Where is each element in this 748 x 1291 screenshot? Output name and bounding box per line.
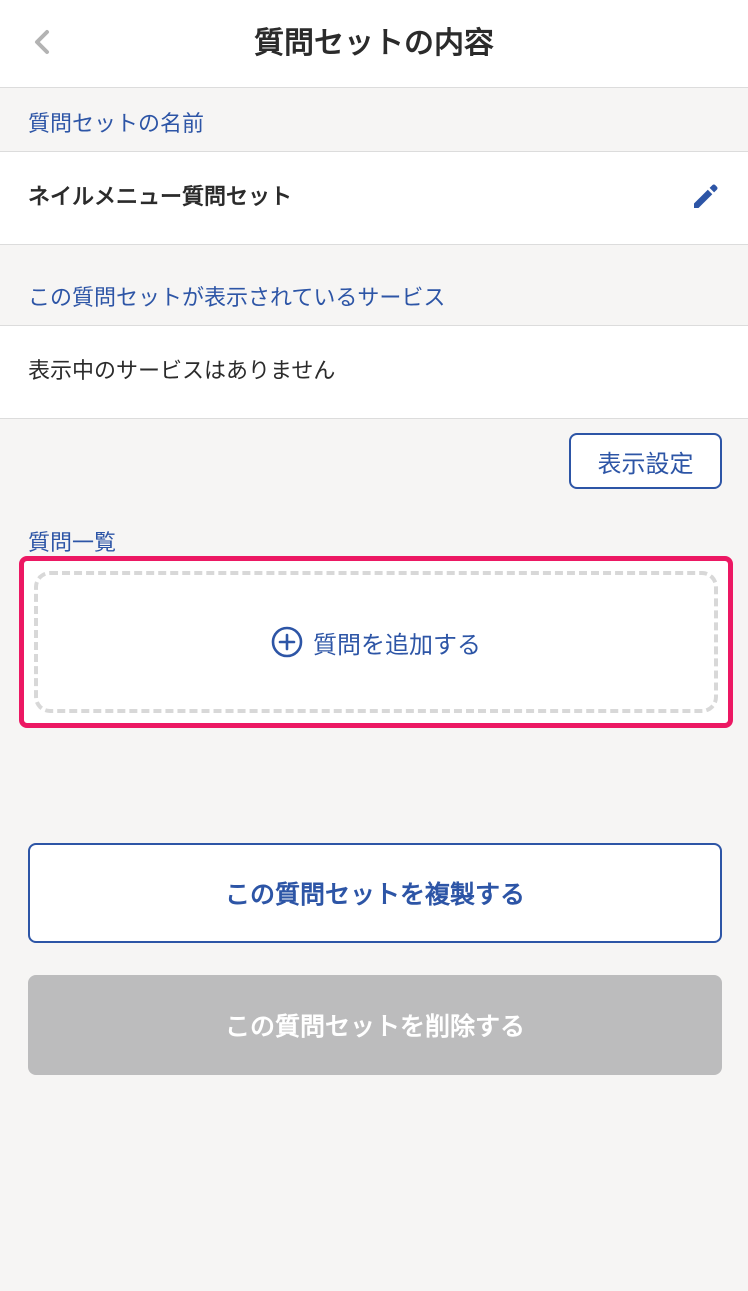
add-question-button[interactable]: 質問を追加する [34,571,718,713]
question-set-name: ネイルメニュー質問セット [28,185,293,210]
questions-section-label: 質問一覧 [28,531,117,556]
display-settings-button[interactable]: 表示設定 [569,433,722,489]
page-title: 質問セットの内容 [254,26,494,61]
name-section-label: 質問セットの名前 [28,112,205,137]
services-row: 表示中のサービスはありません [0,325,748,419]
services-section-label: この質問セットが表示されているサービス [28,286,446,311]
highlight-frame: 質問を追加する [19,556,733,728]
pencil-icon [690,180,722,216]
duplicate-question-set-button[interactable]: この質問セットを複製する [28,843,722,943]
app-header: 質問セットの内容 [0,0,748,88]
delete-question-set-button[interactable]: この質問セットを削除する [28,975,722,1075]
edit-name-button[interactable] [686,178,726,218]
add-question-label: 質問を追加する [313,630,481,659]
question-set-name-row: ネイルメニュー質問セット [0,151,748,245]
plus-circle-icon [271,626,303,658]
no-services-text: 表示中のサービスはありません [28,359,336,384]
